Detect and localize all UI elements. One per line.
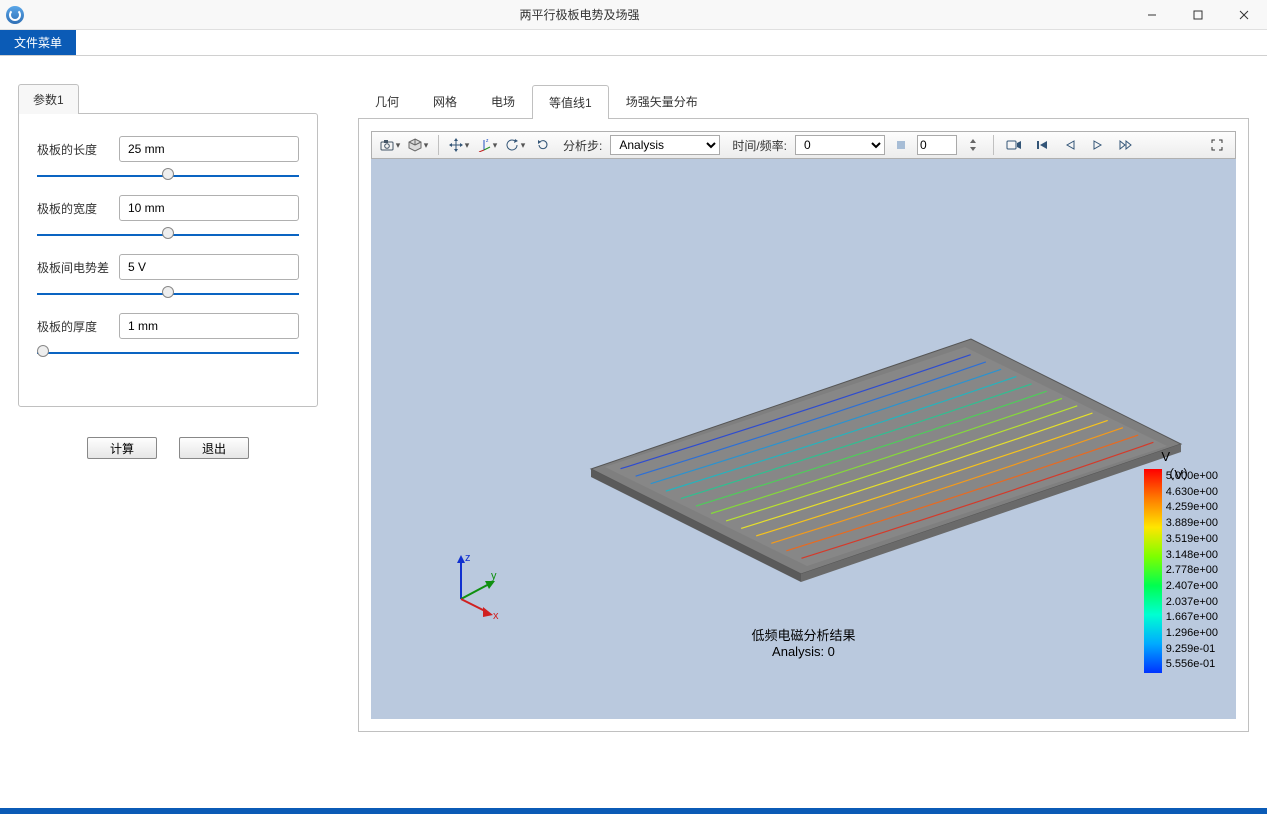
legend-value: 3.889e+00 [1166,516,1218,532]
legend-value: 2.778e+00 [1166,563,1218,579]
param-row: 极板的厚度 [37,313,299,339]
window-controls [1129,0,1267,30]
param-input[interactable] [119,313,299,339]
rotate-icon[interactable] [503,134,527,156]
fullscreen-icon[interactable] [1205,134,1229,156]
left-panel: 参数1 极板的长度 极板的宽度 极板间电势差 极板的厚度 计算 退出 [18,84,318,732]
legend-colorbar [1144,469,1162,673]
view-tab[interactable]: 场强矢量分布 [609,84,715,118]
param-label: 极板的厚度 [37,318,111,335]
toolbar-separator [438,135,439,155]
param-row: 极板的宽度 [37,195,299,221]
window-title: 两平行极板电势及场强 [30,6,1129,23]
play-icon[interactable] [1086,134,1110,156]
action-row: 计算 退出 [18,437,318,459]
param-rows: 极板的长度 极板的宽度 极板间电势差 极板的厚度 [37,136,299,372]
legend-value: 4.259e+00 [1166,500,1218,516]
close-button[interactable] [1221,0,1267,30]
caption-line2: Analysis: 0 [751,644,855,659]
legend-value: 1.667e+00 [1166,610,1218,626]
time-freq-combo[interactable]: 0 [795,135,885,155]
legend-value: 2.407e+00 [1166,579,1218,595]
legend-value: 5.556e-01 [1166,657,1218,673]
orientation-cube-icon[interactable] [406,134,430,156]
legend-value: 3.148e+00 [1166,548,1218,564]
caption-line1: 低频电磁分析结果 [751,625,855,644]
snapshot-icon[interactable] [378,134,402,156]
pan-icon[interactable] [447,134,471,156]
svg-text:y: y [491,570,497,582]
param-slider[interactable] [37,175,299,177]
compute-button[interactable]: 计算 [87,437,157,459]
param-label: 极板的长度 [37,141,111,158]
right-panel: 几何网格电场等值线1场强矢量分布 z 分析步: Analysis 时间/频率: … [358,84,1249,732]
param-row: 极板的长度 [37,136,299,162]
fast-forward-icon[interactable] [1114,134,1138,156]
param-tab-1[interactable]: 参数1 [18,84,79,114]
footer-bar [0,808,1267,814]
param-label: 极板的宽度 [37,200,111,217]
legend-value: 1.296e+00 [1166,626,1218,642]
legend-value: 4.630e+00 [1166,485,1218,501]
minimize-button[interactable] [1129,0,1175,30]
param-input[interactable] [119,254,299,280]
legend-value: 9.259e-01 [1166,642,1218,658]
svg-text:z: z [465,552,471,564]
window-titlebar: 两平行极板电势及场强 [0,0,1267,30]
view-tabs: 几何网格电场等值线1场强矢量分布 [358,84,1249,119]
legend-value: 5.000e+00 [1166,469,1218,485]
svg-text:x: x [493,610,499,619]
param-row: 极板间电势差 [37,254,299,280]
frame-number-input[interactable] [917,135,957,155]
param-slider[interactable] [37,352,299,354]
view-tab[interactable]: 网格 [416,84,474,118]
main-area: 参数1 极板的长度 极板的宽度 极板间电势差 极板的厚度 计算 退出 几何网格电… [0,56,1267,742]
view-tab[interactable]: 等值线1 [532,85,609,119]
param-slider[interactable] [37,234,299,236]
viewport-wrap: z 分析步: Analysis 时间/频率: 0 [358,119,1249,732]
legend-value: 2.037e+00 [1166,595,1218,611]
analysis-step-label: 分析步: [563,137,602,154]
exit-button[interactable]: 退出 [179,437,249,459]
axis-xyz-icon[interactable]: z [475,134,499,156]
legend-values: 5.000e+004.630e+004.259e+003.889e+003.51… [1166,469,1218,673]
param-box: 极板的长度 极板的宽度 极板间电势差 极板的厚度 [18,113,318,407]
frame-up-down-icon[interactable] [961,134,985,156]
result-caption: 低频电磁分析结果 Analysis: 0 [751,625,855,659]
file-menu[interactable]: 文件菜单 [0,30,76,55]
skip-start-icon[interactable] [1030,134,1054,156]
color-legend: 5.000e+004.630e+004.259e+003.889e+003.51… [1144,469,1218,673]
viewport-canvas[interactable]: V （V） 5.000e+004.630e+004.259e+003.889e+… [371,159,1236,719]
svg-text:z: z [486,138,489,144]
axis-triad: z y x [441,549,511,619]
param-tabs: 参数1 [18,84,318,114]
param-input[interactable] [119,195,299,221]
view-tab[interactable]: 电场 [474,84,532,118]
step-back-icon[interactable] [1058,134,1082,156]
param-slider[interactable] [37,293,299,295]
stop-icon[interactable] [889,134,913,156]
param-label: 极板间电势差 [37,259,111,276]
view-tab[interactable]: 几何 [358,84,416,118]
maximize-button[interactable] [1175,0,1221,30]
menubar: 文件菜单 [0,30,1267,56]
param-input[interactable] [119,136,299,162]
viewport-toolbar: z 分析步: Analysis 时间/频率: 0 [371,131,1236,159]
toolbar-separator [993,135,994,155]
app-icon [6,6,24,24]
analysis-step-combo[interactable]: Analysis [610,135,720,155]
record-icon[interactable] [1002,134,1026,156]
legend-value: 3.519e+00 [1166,532,1218,548]
time-freq-label: 时间/频率: [732,137,787,154]
refresh-icon[interactable] [531,134,555,156]
